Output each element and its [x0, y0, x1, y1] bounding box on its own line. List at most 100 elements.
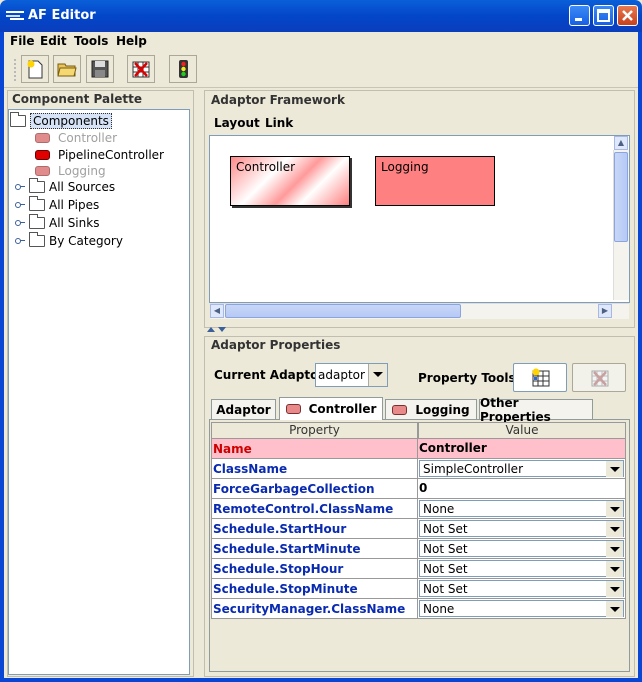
property-value-cell[interactable]: SimpleController — [418, 459, 626, 479]
tab-label: Controller — [308, 402, 377, 416]
current-adaptor-label: Current Adaptor: — [214, 368, 330, 382]
table-row[interactable]: Schedule.StartMinute Not Set — [211, 539, 626, 559]
chevron-down-icon[interactable] — [606, 501, 623, 517]
table-row[interactable]: Schedule.StopMinute Not Set — [211, 579, 626, 599]
vertical-splitter[interactable] — [195, 90, 203, 677]
close-button[interactable] — [617, 5, 638, 26]
chevron-down-icon[interactable] — [606, 521, 623, 537]
new-button[interactable] — [21, 55, 49, 83]
select-value: Not Set — [423, 522, 468, 536]
table-row[interactable]: ForceGarbageCollection 0 — [211, 479, 626, 499]
chevron-down-icon[interactable] — [606, 581, 623, 597]
property-value-cell[interactable]: Not Set — [418, 579, 626, 599]
tree-folder-all-pipes[interactable]: All Pipes — [15, 195, 99, 213]
minimize-icon — [575, 18, 582, 21]
table-row[interactable]: SecurityManager.ClassName None — [211, 599, 626, 619]
column-header-value[interactable]: Value — [418, 422, 626, 439]
tab-controller[interactable]: Controller — [279, 397, 383, 420]
menu-tools[interactable]: Tools — [74, 34, 108, 48]
property-value-cell[interactable]: Not Set — [418, 559, 626, 579]
table-row[interactable]: Name Controller — [211, 439, 626, 459]
property-value-select[interactable]: Not Set — [419, 520, 624, 537]
tree-item-logging[interactable]: Logging — [35, 162, 106, 179]
close-icon — [622, 10, 633, 21]
node-label: Logging — [381, 160, 429, 174]
framework-title: Adaptor Framework — [211, 93, 345, 107]
horizontal-splitter[interactable] — [204, 327, 635, 333]
table-row[interactable]: ClassName SimpleController — [211, 459, 626, 479]
chevron-down-icon[interactable] — [368, 364, 387, 386]
tab-other-properties[interactable]: Other Properties — [479, 396, 593, 424]
menu-help[interactable]: Help — [116, 34, 147, 48]
expand-handle-icon[interactable] — [15, 219, 25, 226]
property-value-cell[interactable]: None — [418, 599, 626, 619]
select-value: Not Set — [423, 582, 468, 596]
column-header-property[interactable]: Property — [211, 422, 418, 439]
property-value-select[interactable]: SimpleController — [419, 460, 624, 477]
property-value-select[interactable]: Not Set — [419, 560, 624, 577]
select-value: Not Set — [423, 562, 468, 576]
table-row[interactable]: Schedule.StartHour Not Set — [211, 519, 626, 539]
property-value-select[interactable]: Not Set — [419, 580, 624, 597]
table-row[interactable]: Schedule.StopHour Not Set — [211, 559, 626, 579]
vertical-scroll-thumb[interactable] — [614, 152, 628, 242]
property-value-cell[interactable]: Not Set — [418, 519, 626, 539]
toolbar-grip-icon — [14, 59, 16, 81]
property-value-select[interactable]: None — [419, 500, 624, 517]
chevron-down-icon[interactable] — [606, 541, 623, 557]
open-button[interactable] — [53, 55, 81, 83]
tree-root-components[interactable]: Components — [10, 111, 112, 129]
framework-menu-layout[interactable]: Layout — [214, 116, 260, 130]
tree-folder-all-sinks[interactable]: All Sinks — [15, 213, 100, 231]
tree-item-controller[interactable]: Controller — [35, 129, 117, 146]
scroll-left-arrow-icon[interactable]: ◀ — [210, 304, 224, 318]
framework-menu-link[interactable]: Link — [265, 116, 293, 130]
tree-item-label: PipelineController — [58, 147, 164, 162]
tree-folder-label: All Sinks — [49, 215, 100, 230]
table-row[interactable]: RemoteControl.ClassName None — [211, 499, 626, 519]
component-pill-icon — [35, 149, 50, 160]
save-button[interactable] — [86, 55, 114, 83]
expand-handle-icon[interactable] — [15, 237, 25, 244]
run-button[interactable] — [169, 55, 197, 83]
property-value-cell[interactable]: None — [418, 499, 626, 519]
property-value[interactable]: 0 — [418, 479, 626, 499]
scroll-right-arrow-icon[interactable]: ▶ — [598, 304, 612, 318]
tab-adaptor[interactable]: Adaptor — [211, 399, 276, 419]
scroll-up-arrow-icon[interactable]: ▲ — [614, 136, 628, 150]
property-value-select[interactable]: Not Set — [419, 540, 624, 557]
node-logging[interactable]: Logging — [375, 156, 495, 206]
node-controller[interactable]: Controller — [230, 156, 350, 206]
minimize-button[interactable] — [569, 5, 590, 26]
tree-folder-all-sources[interactable]: All Sources — [15, 177, 115, 195]
property-name: Schedule.StopHour — [211, 559, 418, 579]
add-grid-icon — [532, 368, 550, 387]
property-name: RemoteControl.ClassName — [211, 499, 418, 519]
property-value-cell[interactable]: Not Set — [418, 539, 626, 559]
expand-handle-icon[interactable] — [15, 183, 25, 190]
maximize-button[interactable] — [593, 5, 614, 26]
property-value-select[interactable]: None — [419, 600, 624, 617]
chevron-down-icon[interactable] — [606, 461, 623, 477]
horizontal-scroll-thumb[interactable] — [225, 304, 461, 318]
chevron-down-icon[interactable] — [606, 561, 623, 577]
component-pill-icon — [392, 404, 408, 415]
select-value: None — [423, 602, 455, 616]
title-bar — [0, 0, 642, 32]
property-value[interactable]: Controller — [418, 439, 626, 459]
property-name: Name — [211, 439, 418, 459]
tree-folder-by-category[interactable]: By Category — [15, 231, 123, 249]
palette-title: Component Palette — [12, 92, 142, 106]
tree-item-pipelinecontroller[interactable]: PipelineController — [35, 146, 164, 163]
delete-button[interactable] — [127, 55, 155, 83]
chevron-down-icon[interactable] — [606, 601, 623, 617]
menu-edit[interactable]: Edit — [40, 34, 67, 48]
remove-property-button[interactable] — [572, 363, 626, 392]
tab-logging[interactable]: Logging — [385, 399, 477, 419]
expand-handle-icon[interactable] — [15, 201, 25, 208]
add-property-button[interactable] — [513, 363, 567, 392]
window-title: AF Editor — [28, 8, 96, 23]
delete-grid-icon — [132, 61, 150, 78]
splitter-arrows-icon[interactable] — [206, 326, 228, 334]
menu-file[interactable]: File — [10, 34, 35, 48]
